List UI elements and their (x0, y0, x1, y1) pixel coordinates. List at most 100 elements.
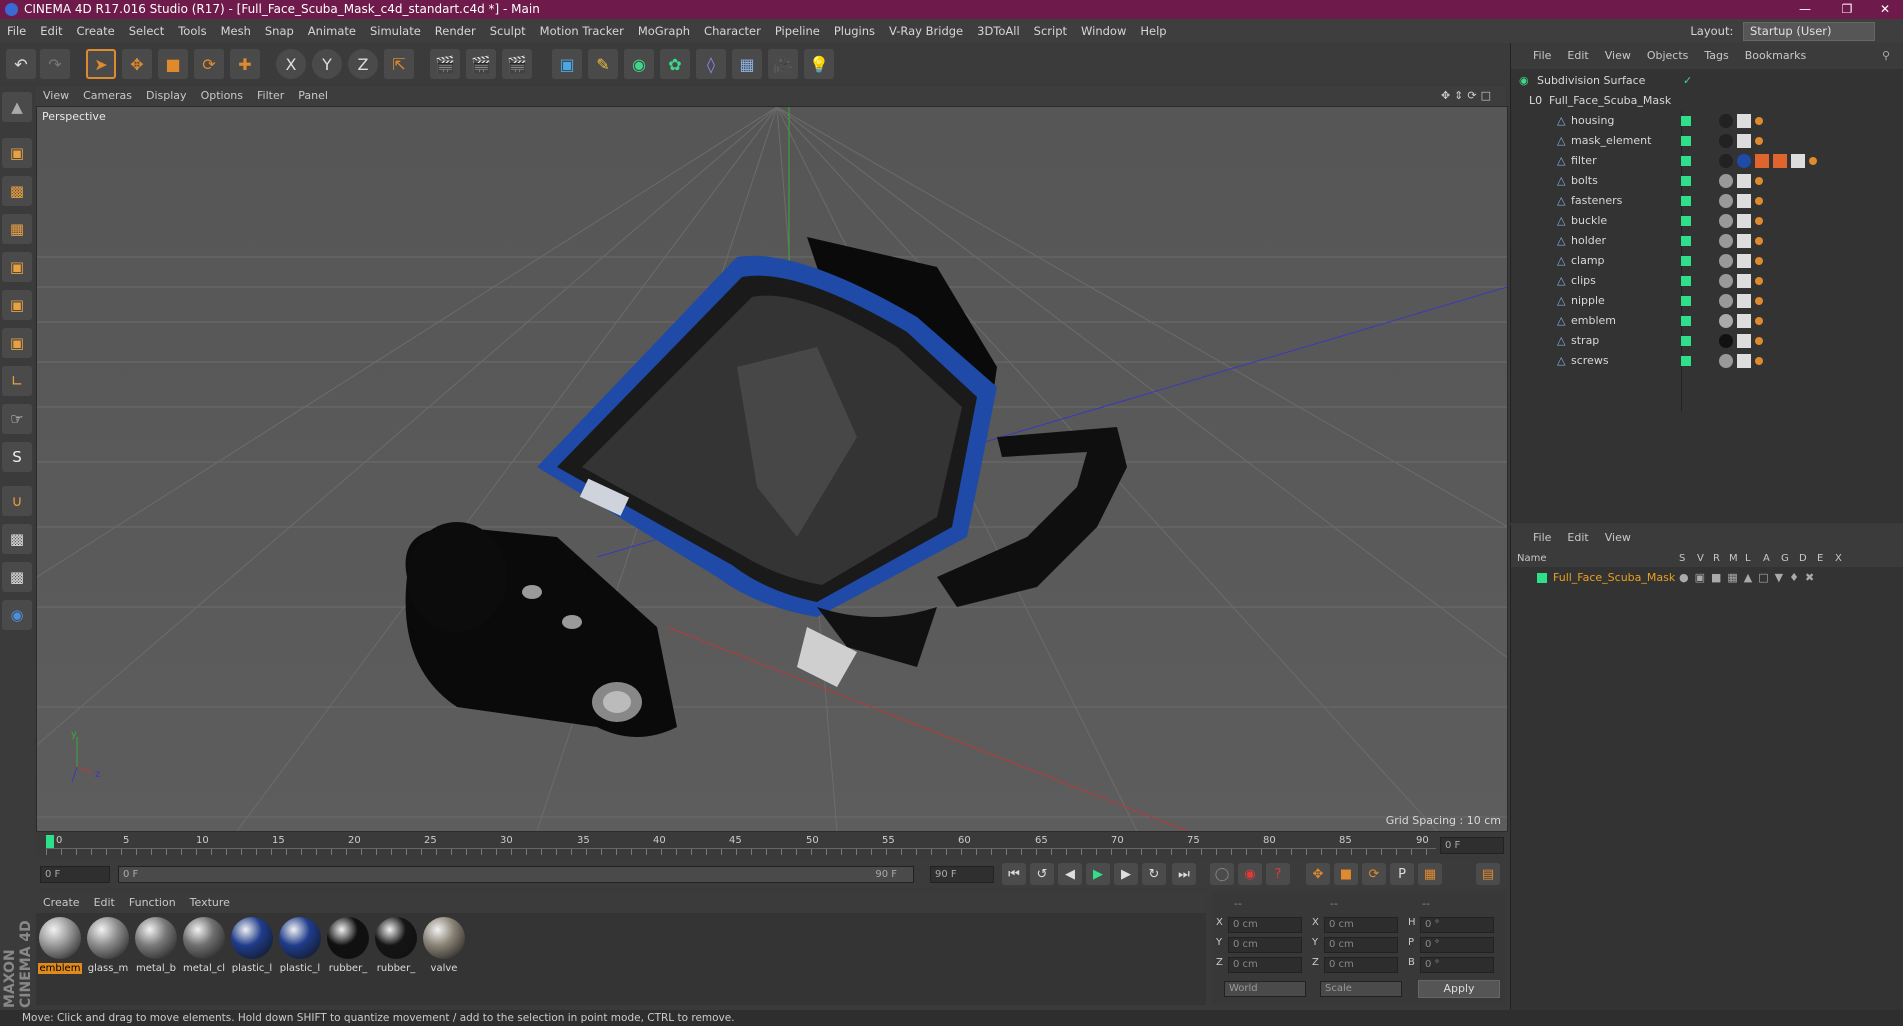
viewport-menu-display[interactable]: Display (139, 86, 194, 106)
next-frame-icon[interactable]: ▶ (1114, 863, 1138, 885)
material-tag-icon[interactable] (1719, 234, 1733, 248)
light-icon[interactable]: 💡 (804, 49, 834, 79)
menu-file[interactable]: File (0, 19, 33, 43)
phong-tag-icon[interactable] (1755, 257, 1763, 265)
menu-tools[interactable]: Tools (171, 19, 213, 43)
previous-frame-icon[interactable]: ◀ (1058, 863, 1082, 885)
phong-tag-icon[interactable] (1809, 157, 1817, 165)
material-menu-function[interactable]: Function (122, 893, 183, 913)
material-menu-create[interactable]: Create (36, 893, 87, 913)
maximize-icon[interactable]: ❐ (1833, 0, 1861, 19)
key-position-icon[interactable]: ✥ (1306, 863, 1330, 885)
material-tag-icon[interactable] (1719, 314, 1733, 328)
material-tag-icon[interactable] (1737, 154, 1751, 168)
layers-menu-edit[interactable]: Edit (1559, 525, 1596, 551)
menu-character[interactable]: Character (697, 19, 768, 43)
layers-menu-view[interactable]: View (1597, 525, 1639, 551)
object-row[interactable]: △ nipple (1511, 291, 1903, 311)
size-mode-dropdown[interactable]: Scale (1320, 981, 1402, 997)
object-row[interactable]: △ strap (1511, 331, 1903, 351)
render-settings-icon[interactable]: 🎬 (502, 49, 532, 79)
object-row[interactable]: △ buckle (1511, 211, 1903, 231)
objects-menu-bookmarks[interactable]: Bookmarks (1737, 43, 1814, 69)
undo-icon[interactable]: ↶ (6, 49, 36, 79)
selection-tag-icon[interactable] (1773, 154, 1787, 168)
texture-tag-icon[interactable] (1737, 114, 1751, 128)
material-swatch[interactable]: valve (422, 917, 466, 974)
texture-tag-icon[interactable] (1737, 134, 1751, 148)
previous-key-icon[interactable]: ↺ (1030, 863, 1054, 885)
texture-tag-icon[interactable] (1737, 314, 1751, 328)
object-row[interactable]: △ filter (1511, 151, 1903, 171)
material-tag-icon[interactable] (1719, 114, 1733, 128)
play-icon[interactable]: ▶ (1086, 863, 1110, 885)
next-key-icon[interactable]: ↻ (1142, 863, 1166, 885)
menu-select[interactable]: Select (122, 19, 171, 43)
playhead-marker[interactable] (46, 835, 54, 849)
model-mode-icon[interactable]: ▣ (2, 138, 32, 168)
object-row[interactable]: △ fasteners (1511, 191, 1903, 211)
position-x-field[interactable]: 0 cm (1228, 917, 1302, 933)
record-keys-icon[interactable]: ◯ (1210, 863, 1234, 885)
phong-tag-icon[interactable] (1755, 317, 1763, 325)
phong-tag-icon[interactable] (1755, 217, 1763, 225)
size-y-field[interactable]: 0 cm (1324, 937, 1398, 953)
material-tag-icon[interactable] (1719, 354, 1733, 368)
workplane-icon[interactable]: ▩ (2, 562, 32, 592)
texture-tag-icon[interactable] (1737, 214, 1751, 228)
floor-icon[interactable]: ▦ (732, 49, 762, 79)
start-frame-field[interactable]: 0 F (40, 866, 110, 883)
object-row[interactable]: △ screws (1511, 351, 1903, 371)
material-swatch[interactable]: plastic_l (278, 917, 322, 974)
menu-simulate[interactable]: Simulate (363, 19, 428, 43)
viewport-menu-filter[interactable]: Filter (250, 86, 291, 106)
material-swatch[interactable]: emblem (38, 917, 82, 974)
menu-edit[interactable]: Edit (33, 19, 69, 43)
menu-script[interactable]: Script (1027, 19, 1074, 43)
texture-tag-icon[interactable] (1737, 334, 1751, 348)
material-swatch[interactable]: rubber_ (374, 917, 418, 974)
object-row[interactable]: △ clips (1511, 271, 1903, 291)
z-axis-icon[interactable]: Z (348, 49, 378, 79)
texture-tag-icon[interactable] (1737, 174, 1751, 188)
key-parameter-icon[interactable]: P (1390, 863, 1414, 885)
select-arrow-icon[interactable]: ➤ (86, 49, 116, 79)
phong-tag-icon[interactable] (1755, 357, 1763, 365)
phong-tag-icon[interactable] (1755, 337, 1763, 345)
texture-tag-icon[interactable] (1737, 274, 1751, 288)
rotation-h-field[interactable]: 0 ° (1420, 917, 1494, 933)
object-row[interactable]: △ housing (1511, 111, 1903, 131)
menu-motion-tracker[interactable]: Motion Tracker (533, 19, 631, 43)
menu-plugins[interactable]: Plugins (827, 19, 882, 43)
material-tag-icon[interactable] (1719, 194, 1733, 208)
material-tag-icon[interactable] (1719, 274, 1733, 288)
menu-animate[interactable]: Animate (301, 19, 363, 43)
array-icon[interactable]: ✿ (660, 49, 690, 79)
rotate-tool-icon[interactable]: ⟳ (194, 49, 224, 79)
solo-icon[interactable]: S (2, 442, 32, 472)
current-frame-field[interactable]: 0 F (1440, 837, 1504, 854)
object-row[interactable]: △ bolts (1511, 171, 1903, 191)
polygons-mode-icon[interactable]: ▣ (2, 328, 32, 358)
material-swatch[interactable]: rubber_ (326, 917, 370, 974)
python-icon[interactable]: ◉ (2, 600, 32, 630)
phong-tag-icon[interactable] (1755, 197, 1763, 205)
move-tool-icon[interactable]: ✥ (122, 49, 152, 79)
layer-row[interactable]: Full_Face_Scuba_Mask ●▣■▦▲□▼♦✖ (1511, 569, 1903, 587)
layer-flag-icons[interactable]: ●▣■▦▲□▼♦✖ (1679, 569, 1820, 587)
phong-tag-icon[interactable] (1755, 297, 1763, 305)
menu-pipeline[interactable]: Pipeline (768, 19, 827, 43)
texture-tag-icon[interactable] (1737, 294, 1751, 308)
texture-mode-icon[interactable]: ▩ (2, 176, 32, 206)
key-pla-icon[interactable]: ▦ (1418, 863, 1442, 885)
snap-magnet-icon[interactable]: ∪ (2, 486, 32, 516)
material-menu-edit[interactable]: Edit (87, 893, 122, 913)
object-row[interactable]: △ holder (1511, 231, 1903, 251)
menu-mograph[interactable]: MoGraph (631, 19, 697, 43)
close-icon[interactable]: ✕ (1871, 0, 1899, 19)
phong-tag-icon[interactable] (1755, 117, 1763, 125)
y-axis-icon[interactable]: Y (312, 49, 342, 79)
make-editable-icon[interactable]: ▲ (2, 92, 32, 122)
object-row-group[interactable]: L0 Full_Face_Scuba_Mask (1511, 91, 1903, 111)
texture-tag-icon[interactable] (1737, 234, 1751, 248)
